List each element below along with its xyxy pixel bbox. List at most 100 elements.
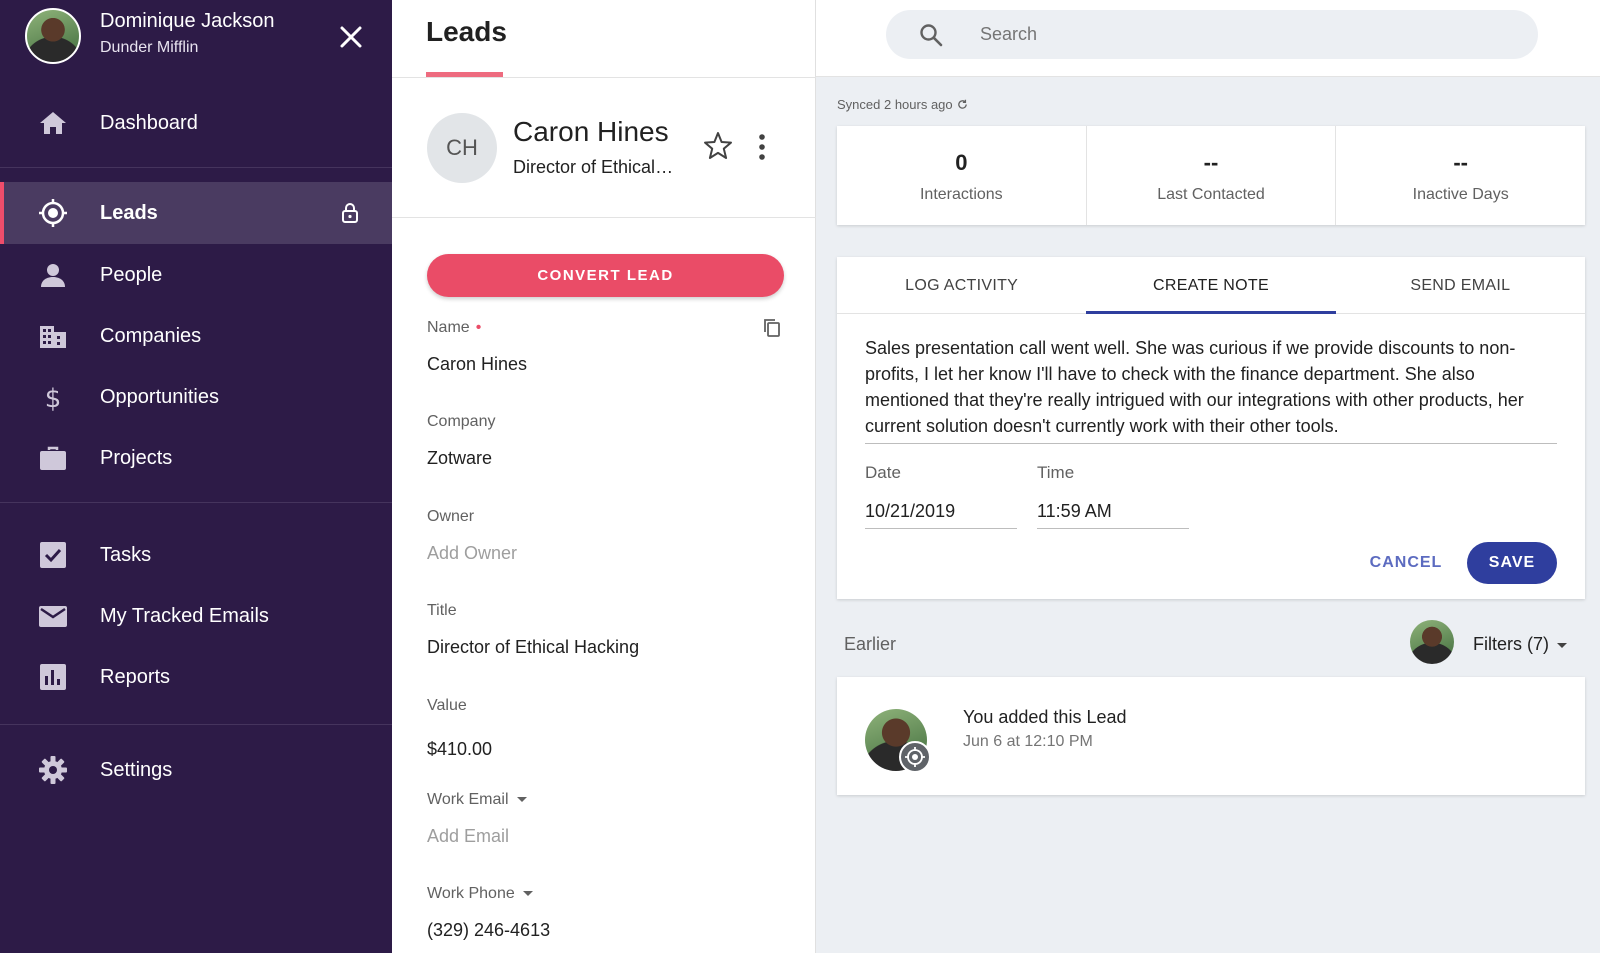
briefcase-icon	[40, 446, 66, 470]
tab-create-note[interactable]: CREATE NOTE	[1086, 257, 1336, 314]
filters-dropdown[interactable]: Filters (7)	[1473, 634, 1567, 655]
sync-status-text: Synced 2 hours ago	[837, 97, 953, 112]
close-icon	[340, 26, 362, 48]
copy-icon	[764, 319, 780, 337]
lead-title: Director of Ethical Hacking	[513, 157, 678, 177]
sidebar-item-companies[interactable]: Companies	[0, 305, 392, 367]
activity-time: Jun 6 at 12:10 PM	[963, 733, 1093, 750]
home-icon	[40, 112, 66, 134]
more-vertical-icon	[759, 134, 765, 160]
time-input[interactable]	[1037, 495, 1189, 529]
name-value[interactable]: Caron Hines	[427, 354, 527, 375]
note-composer: LOG ACTIVITY CREATE NOTE SEND EMAIL Sale…	[837, 257, 1585, 599]
bar-chart-icon	[40, 664, 66, 690]
tab-log-activity[interactable]: LOG ACTIVITY	[837, 257, 1086, 313]
favorite-button[interactable]	[702, 130, 734, 162]
sidebar: Dominique Jackson Dunder Mifflin Dashboa…	[0, 0, 392, 953]
sidebar-item-reports[interactable]: Reports	[0, 646, 392, 708]
lead-name: Caron Hines	[513, 116, 669, 147]
stat-last-contacted: -- Last Contacted	[1087, 126, 1337, 225]
lead-avatar: CH	[427, 113, 497, 183]
activity-tabs: LOG ACTIVITY CREATE NOTE SEND EMAIL	[837, 257, 1585, 314]
sidebar-item-label: Reports	[100, 666, 171, 688]
stat-interactions: 0 Interactions	[837, 126, 1087, 225]
user-name: Dominique Jackson	[100, 10, 275, 32]
sidebar-item-label: Settings	[100, 759, 173, 781]
chevron-down-icon	[522, 891, 533, 897]
note-text-area[interactable]: Sales presentation call went well. She w…	[865, 335, 1555, 439]
save-button[interactable]: SAVE	[1467, 542, 1557, 584]
person-icon	[41, 264, 65, 287]
stat-value: --	[1203, 150, 1219, 175]
sidebar-item-opportunities[interactable]: $ Opportunities	[0, 366, 392, 428]
cancel-button[interactable]: CANCEL	[1361, 545, 1451, 581]
company-label: Company	[427, 413, 496, 430]
date-input[interactable]	[865, 495, 1017, 529]
date-label: Date	[865, 463, 901, 482]
value-value[interactable]: $410.00	[427, 739, 492, 760]
copy-button[interactable]	[762, 318, 782, 338]
search-box[interactable]	[886, 10, 1538, 59]
add-owner-field[interactable]: Add Owner	[427, 543, 517, 564]
tab-send-email[interactable]: SEND EMAIL	[1336, 257, 1585, 313]
filter-user-avatar[interactable]	[1410, 620, 1454, 664]
search-input[interactable]	[980, 10, 1520, 59]
search-icon	[920, 24, 943, 47]
user-profile: Dominique Jackson Dunder Mifflin	[0, 0, 392, 78]
stat-inactive-days: -- Inactive Days	[1336, 126, 1585, 225]
sidebar-item-leads[interactable]: Leads	[0, 182, 392, 244]
close-sidebar-button[interactable]	[334, 20, 368, 54]
title-value[interactable]: Director of Ethical Hacking	[427, 637, 639, 658]
filters-label: Filters (7)	[1473, 634, 1549, 654]
user-avatar[interactable]	[25, 8, 81, 64]
sidebar-item-people[interactable]: People	[0, 244, 392, 306]
owner-label: Owner	[427, 508, 475, 525]
gear-icon	[39, 756, 67, 784]
sidebar-item-label: People	[100, 264, 163, 286]
stat-label: Interactions	[919, 186, 1003, 203]
convert-lead-button[interactable]: CONVERT LEAD	[427, 254, 784, 297]
svg-text:$: $	[45, 384, 62, 412]
sidebar-item-settings[interactable]: Settings	[0, 739, 392, 801]
company-value[interactable]: Zotware	[427, 448, 492, 469]
work-email-label: Work Email	[427, 791, 509, 808]
activity-title: You added this Lead	[963, 707, 1127, 727]
sidebar-item-tracked-emails[interactable]: My Tracked Emails	[0, 585, 392, 647]
sync-icon[interactable]	[957, 99, 968, 110]
more-options-button[interactable]	[754, 132, 770, 162]
timeline-item[interactable]: You added this Lead Jun 6 at 12:10 PM	[837, 677, 1585, 795]
header-divider	[392, 77, 816, 78]
work-email-type-dropdown[interactable]: Work Email	[427, 791, 527, 809]
lead-details-panel: Leads CH Caron Hines Director of Ethical…	[392, 0, 816, 953]
sidebar-divider	[0, 167, 392, 168]
stats-card: 0 Interactions -- Last Contacted -- Inac…	[837, 126, 1585, 225]
add-email-field[interactable]: Add Email	[427, 826, 509, 847]
sidebar-item-tasks[interactable]: Tasks	[0, 524, 392, 586]
title-label: Title	[427, 602, 457, 619]
sidebar-item-label: Leads	[100, 202, 158, 224]
stat-value: --	[1453, 150, 1468, 175]
sidebar-divider	[0, 724, 392, 725]
building-icon	[40, 326, 66, 348]
chevron-down-icon	[516, 797, 527, 803]
sidebar-item-label: Companies	[100, 325, 202, 347]
sidebar-item-label: Tasks	[100, 544, 152, 566]
sidebar-item-projects[interactable]: Projects	[0, 427, 392, 489]
target-icon	[39, 199, 67, 227]
sidebar-item-label: Dashboard	[100, 112, 198, 134]
lead-badge	[899, 741, 931, 773]
stat-value: 0	[955, 150, 968, 175]
required-indicator: •	[475, 319, 482, 336]
sidebar-item-dashboard[interactable]: Dashboard	[0, 92, 392, 154]
target-icon	[905, 747, 925, 767]
chevron-down-icon	[1557, 642, 1567, 648]
work-phone-value[interactable]: (329) 246-4613	[427, 920, 550, 941]
top-bar	[816, 0, 1600, 77]
sync-status: Synced 2 hours ago	[837, 97, 968, 112]
checkbox-icon	[40, 542, 66, 568]
lead-header-divider	[392, 217, 816, 218]
sidebar-divider	[0, 502, 392, 503]
work-phone-type-dropdown[interactable]: Work Phone	[427, 885, 533, 903]
timeline-section-label: Earlier	[844, 634, 897, 654]
time-label: Time	[1037, 463, 1075, 482]
